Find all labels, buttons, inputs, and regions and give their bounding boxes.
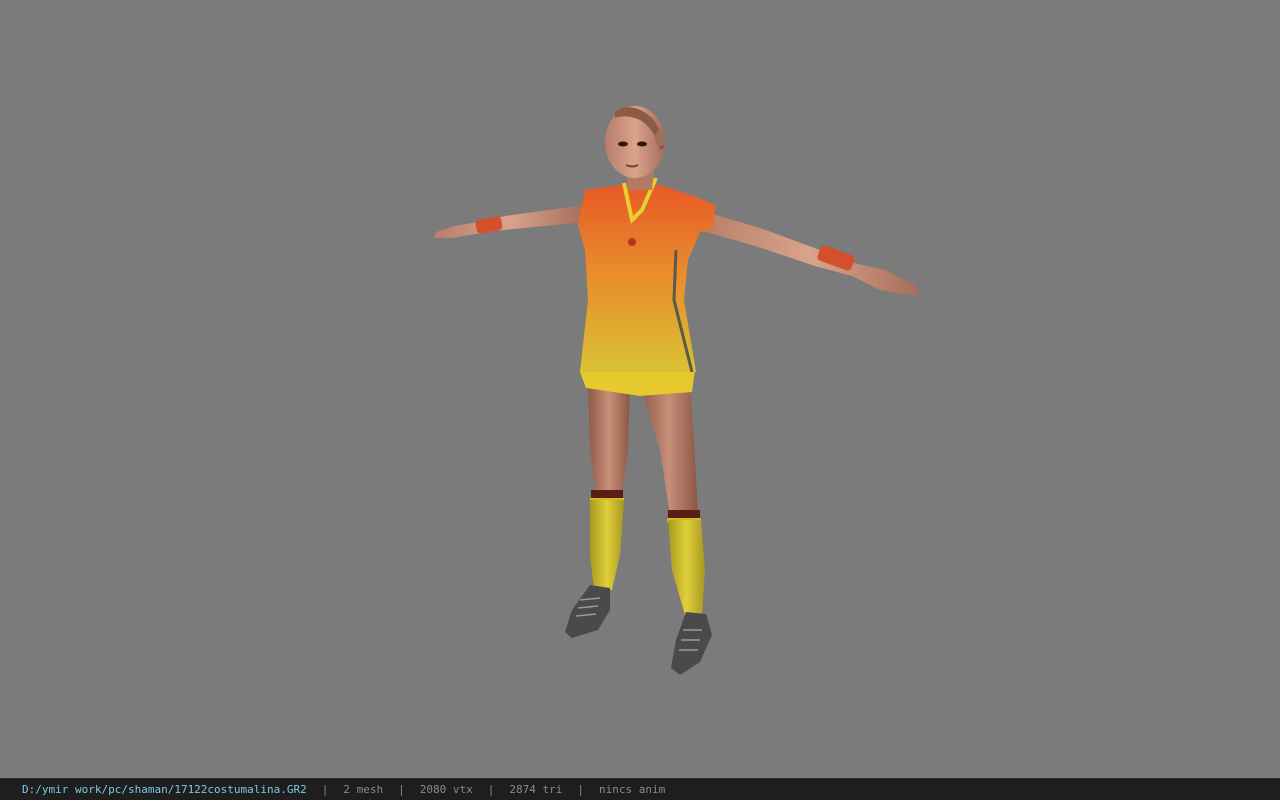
separator: | [577,783,584,796]
status-bar: D:/ymir work/pc/shaman/17122costumalina.… [0,778,1280,800]
character-model[interactable] [0,0,1280,778]
animation-status: nincs anim [599,783,666,796]
right-arm [700,212,920,296]
3d-viewport[interactable] [0,0,1280,778]
triangle-count: 2874 tri [509,783,563,796]
separator: | [487,783,495,796]
separator: | [321,783,329,796]
shirt [578,177,716,373]
head [605,106,665,190]
vertex-count: 2080 vtx [419,783,473,796]
mesh-count: 2 mesh [343,783,384,796]
separator: | [398,783,405,796]
file-path-label: D:/ymir work/pc/shaman/17122costumalina.… [22,783,307,796]
left-arm [434,205,585,238]
